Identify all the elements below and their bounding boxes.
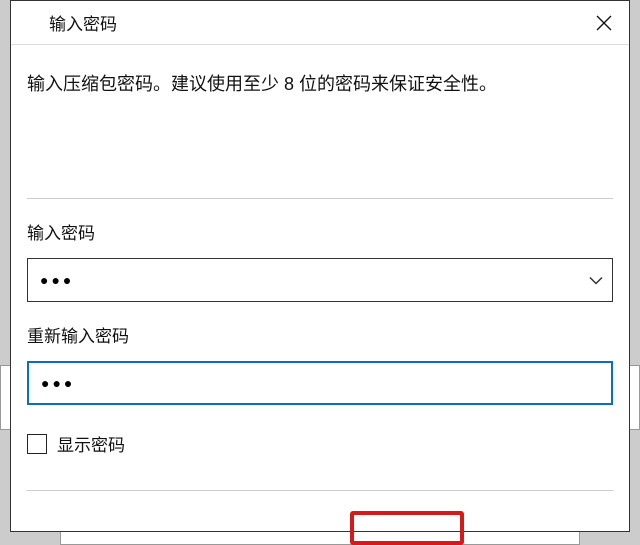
close-icon — [596, 15, 612, 31]
dialog-title: 输入密码 — [49, 10, 117, 35]
show-password-label: 显示密码 — [57, 431, 125, 456]
confirm-input-wrap — [27, 361, 613, 405]
confirm-password-input[interactable] — [27, 361, 613, 405]
close-button[interactable] — [579, 1, 629, 45]
show-password-row: 显示密码 — [27, 431, 613, 456]
instruction-text: 输入压缩包密码。建议使用至少 8 位的密码来保证安全性。 — [27, 71, 613, 98]
confirm-password-label: 重新输入密码 — [27, 322, 613, 347]
dialog-buttons — [27, 491, 613, 531]
password-input[interactable]: ●●● — [27, 258, 613, 302]
background-window-fragment — [60, 530, 580, 545]
chevron-down-icon — [589, 270, 603, 291]
dialog-titlebar: 输入密码 — [11, 1, 629, 45]
password-label: 输入密码 — [27, 219, 613, 244]
password-dialog: 输入密码 输入压缩包密码。建议使用至少 8 位的密码来保证安全性。 输入密码 ●… — [10, 0, 630, 532]
show-password-checkbox[interactable] — [27, 434, 47, 454]
dialog-body: 输入压缩包密码。建议使用至少 8 位的密码来保证安全性。 输入密码 ●●● 重新… — [11, 45, 629, 531]
password-combo-wrap: ●●● — [27, 258, 613, 302]
password-value: ●●● — [40, 272, 74, 288]
divider — [27, 198, 613, 199]
